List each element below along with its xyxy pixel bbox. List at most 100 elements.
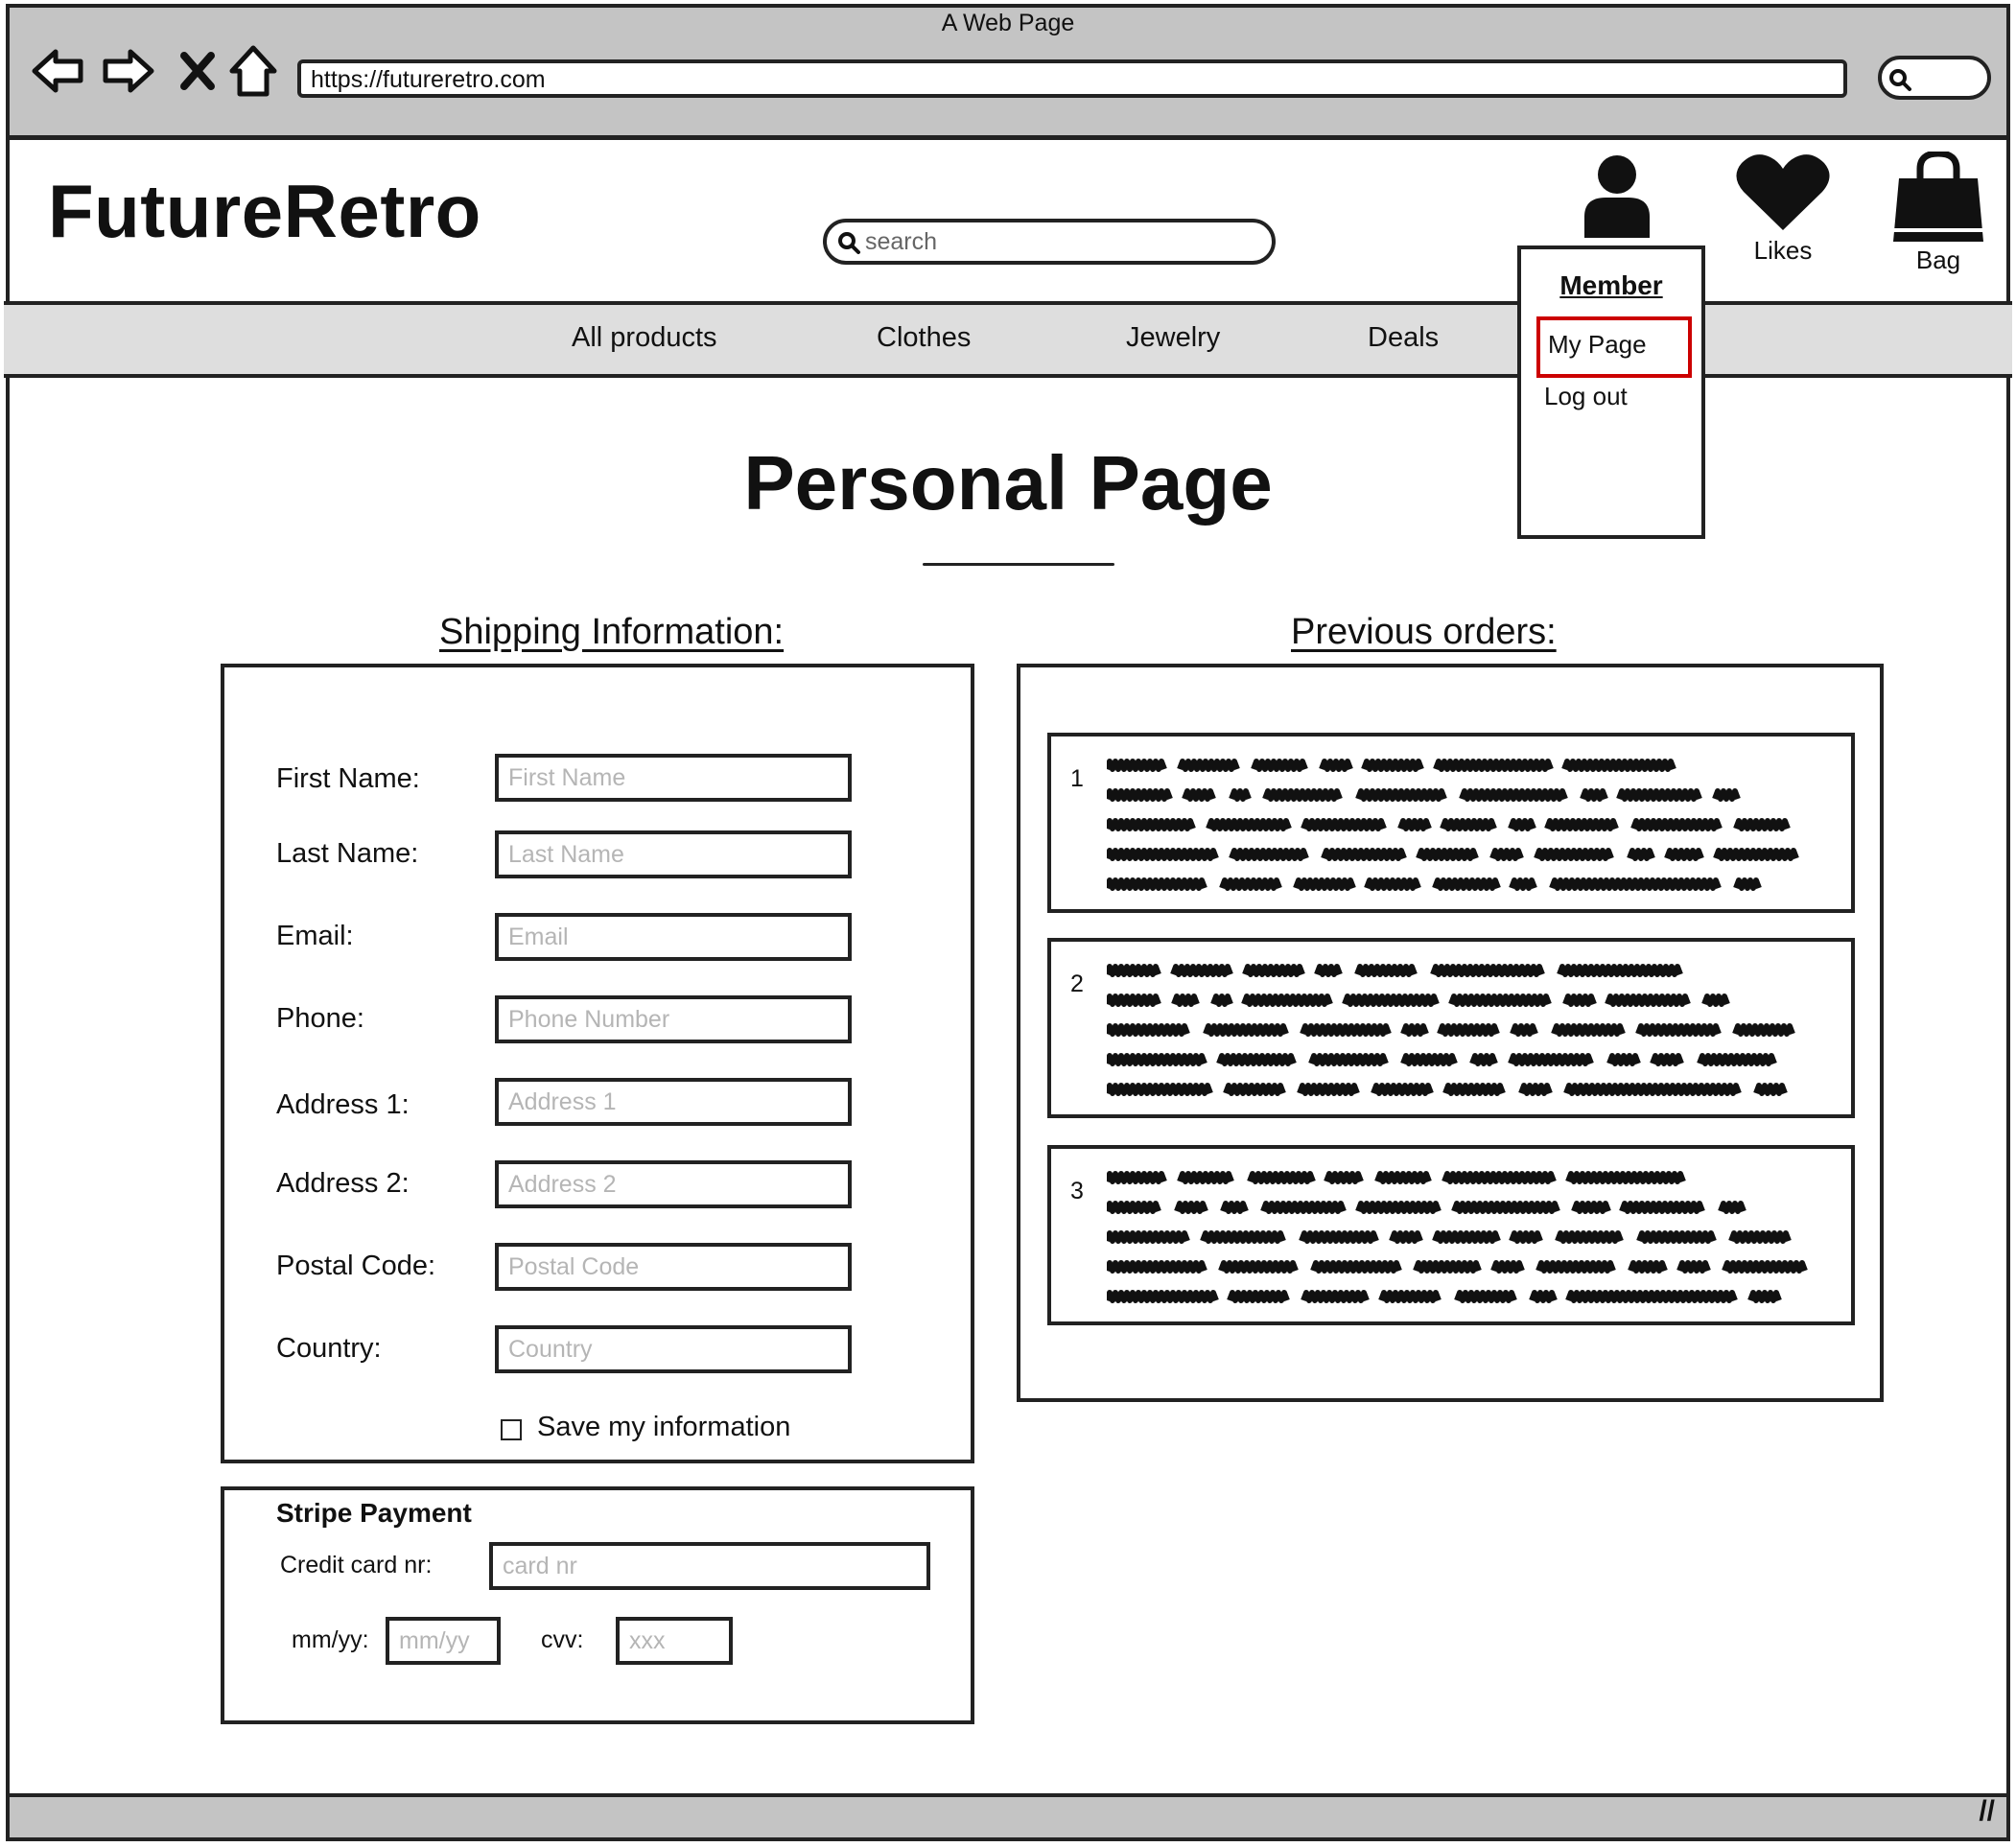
nav-item-all-products[interactable]: All products: [572, 322, 717, 354]
nav-item-deals[interactable]: Deals: [1368, 322, 1439, 354]
scribble-word: [1107, 1053, 1207, 1066]
last-name-field[interactable]: [495, 830, 852, 878]
phone-label: Phone:: [276, 1003, 364, 1034]
scribble-word: [1107, 1290, 1219, 1303]
scribble-word: [1489, 848, 1524, 861]
scribble-word: [1534, 848, 1614, 861]
resize-handle-icon[interactable]: //: [1979, 1795, 1995, 1828]
scribble-word: [1733, 877, 1762, 891]
order-item[interactable]: 1: [1047, 733, 1855, 913]
postal-code-field[interactable]: [495, 1243, 852, 1291]
scribble-word: [1432, 1230, 1501, 1244]
cvv-field[interactable]: [616, 1617, 733, 1665]
scribble-word: [1297, 1083, 1360, 1096]
bag-button[interactable]: Bag: [1891, 152, 1985, 275]
address1-field[interactable]: [495, 1078, 852, 1126]
likes-label: Likes: [1753, 236, 1813, 265]
scribble-word: [1200, 1230, 1286, 1244]
last-name-label: Last Name:: [276, 838, 419, 869]
site-logo[interactable]: FutureRetro: [48, 168, 481, 255]
phone-field[interactable]: [495, 995, 852, 1043]
scribble-word: [1314, 964, 1343, 977]
cvv-label: cvv:: [541, 1626, 584, 1653]
dropdown-item-my-page[interactable]: My Page: [1536, 316, 1692, 378]
back-arrow-icon[interactable]: [29, 44, 86, 98]
postal-code-label: Postal Code:: [276, 1251, 436, 1281]
site-search-input[interactable]: search: [823, 219, 1276, 265]
nav-item-jewelry[interactable]: Jewelry: [1126, 322, 1220, 354]
scribble-word: [1324, 1171, 1364, 1184]
scribble-word: [1549, 877, 1722, 891]
scribble-word: [1174, 1201, 1208, 1214]
scribble-word: [1374, 1171, 1432, 1184]
scribble-word: [1321, 848, 1407, 861]
first-name-field[interactable]: [495, 754, 852, 802]
order-number: 2: [1070, 970, 1084, 997]
scribble-word: [1747, 1290, 1782, 1303]
expiry-field[interactable]: [386, 1617, 501, 1665]
stop-icon[interactable]: [169, 44, 226, 98]
scribble-word: [1635, 1023, 1722, 1037]
scribble-word: [1107, 818, 1196, 831]
scribble-word: [1561, 759, 1676, 772]
scribble-word: [1728, 1230, 1792, 1244]
scribble-word: [1107, 964, 1161, 977]
address-bar[interactable]: https://futureretro.com: [297, 59, 1847, 98]
nav-item-clothes[interactable]: Clothes: [877, 322, 971, 354]
scribble-word: [1650, 1053, 1684, 1066]
scribble-word: [1430, 964, 1545, 977]
scribble-word: [1454, 1290, 1517, 1303]
scribble-word: [1210, 994, 1233, 1007]
card-number-field[interactable]: [489, 1542, 930, 1590]
member-button[interactable]: [1582, 153, 1652, 240]
scribble-word: [1107, 1083, 1213, 1096]
address2-field[interactable]: [495, 1160, 852, 1208]
scribble-word: [1177, 759, 1240, 772]
scribble-word: [1510, 1023, 1538, 1037]
scribble-word: [1676, 1260, 1711, 1274]
dropdown-title: Member: [1559, 270, 1663, 300]
scribble-word: [1355, 1201, 1442, 1214]
scribble-word: [1442, 1171, 1557, 1184]
scribble-word: [1630, 818, 1723, 831]
address1-label: Address 1:: [276, 1089, 410, 1120]
order-number: 3: [1070, 1178, 1084, 1204]
scribble-word: [1242, 964, 1305, 977]
likes-button[interactable]: Likes: [1736, 152, 1830, 266]
order-item[interactable]: 3: [1047, 1145, 1855, 1325]
scribble-word: [1107, 1171, 1167, 1184]
country-field[interactable]: [495, 1325, 852, 1373]
scribble-word: [1107, 1201, 1161, 1214]
order-item[interactable]: 2: [1047, 938, 1855, 1118]
scribble-word: [1619, 1201, 1705, 1214]
scribble-word: [1509, 877, 1537, 891]
scribble-word: [1571, 1201, 1611, 1214]
scribble-word: [1107, 848, 1219, 861]
scribble-word: [1605, 994, 1691, 1007]
save-info-checkbox[interactable]: [501, 1419, 522, 1440]
email-field[interactable]: [495, 913, 852, 961]
scribble-word: [1565, 1171, 1686, 1184]
scribble-word: [1701, 994, 1730, 1007]
scribble-word: [1544, 818, 1619, 831]
dropdown-item-log-out[interactable]: Log out: [1544, 382, 1628, 411]
browser-search-field[interactable]: [1878, 56, 1991, 100]
scribble-word: [1177, 1171, 1234, 1184]
scribble-word: [1361, 759, 1424, 772]
forward-arrow-icon[interactable]: [100, 44, 157, 98]
scribble-word: [1371, 1083, 1434, 1096]
scribble-word: [1171, 994, 1200, 1007]
scribble-word: [1448, 994, 1552, 1007]
scribble-word: [1378, 1290, 1442, 1303]
page-title: Personal Page: [743, 440, 1273, 526]
save-info-label: Save my information: [537, 1412, 791, 1442]
scribble-word: [1251, 759, 1308, 772]
home-icon[interactable]: [224, 44, 282, 98]
search-icon: [1889, 69, 1911, 91]
scribble-word: [1509, 1230, 1543, 1244]
search-placeholder: search: [865, 228, 938, 255]
scribble-word: [1301, 1290, 1370, 1303]
scribble-word: [1301, 818, 1387, 831]
scribble-word: [1241, 994, 1333, 1007]
address2-label: Address 2:: [276, 1168, 410, 1199]
